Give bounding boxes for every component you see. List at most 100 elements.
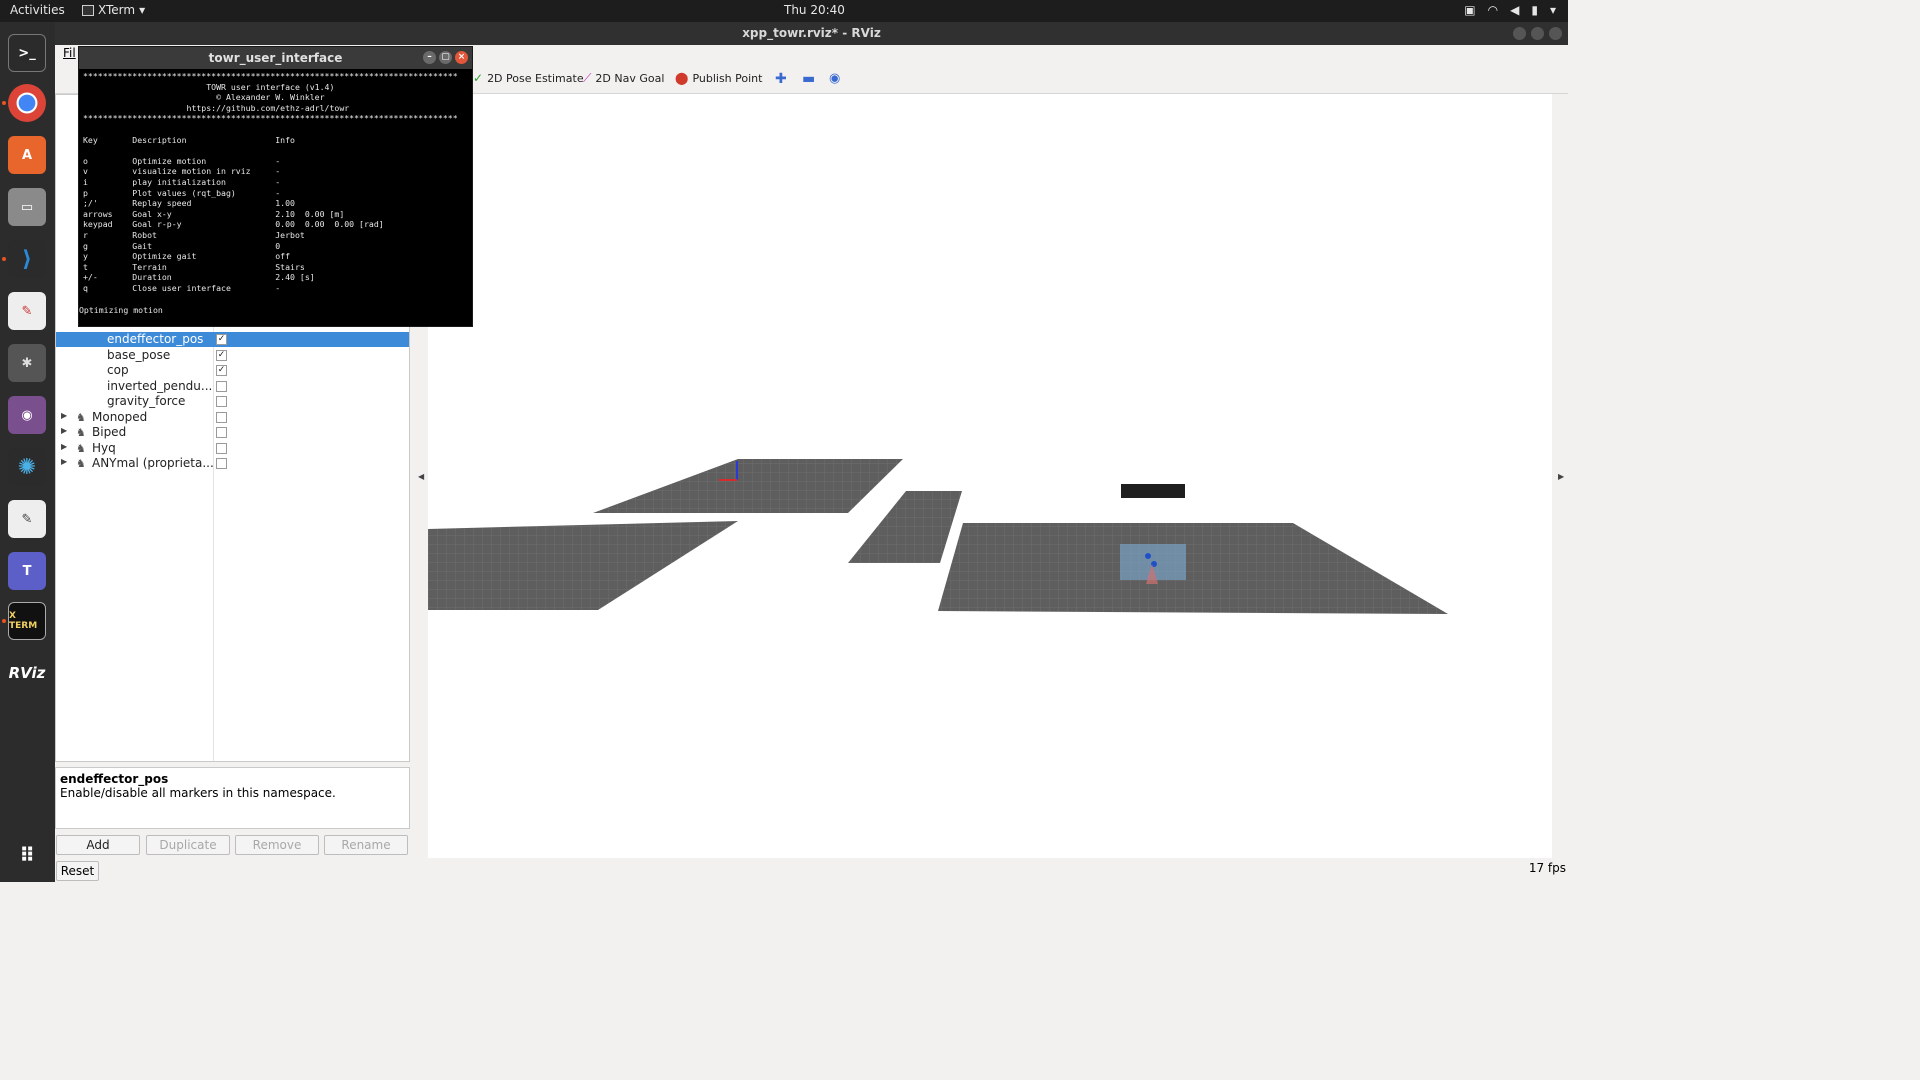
terrain-platform-left bbox=[428, 521, 738, 610]
tree-row-label: cop bbox=[107, 363, 129, 377]
enable-checkbox[interactable] bbox=[216, 458, 227, 469]
tree-row[interactable]: ▶ ♞ Hyq bbox=[56, 441, 409, 456]
xterm-icon[interactable]: X TERM bbox=[8, 602, 46, 640]
terminal-icon[interactable]: >_ bbox=[8, 34, 46, 72]
xterm-window[interactable]: towr_user_interface – ▢ × **************… bbox=[78, 46, 473, 327]
add-button[interactable]: Add bbox=[56, 835, 140, 855]
enable-checkbox[interactable]: ✓ bbox=[216, 349, 227, 361]
tree-row[interactable]: base_pose ✓ bbox=[56, 348, 409, 363]
add-tool-icon[interactable]: ✚ bbox=[775, 71, 787, 87]
tree-row-label: Hyq bbox=[92, 440, 116, 455]
expand-arrow-icon[interactable]: ▶ bbox=[61, 411, 67, 420]
dock: >_ A ▭ ⟩ ✎ ✱ ◉ ✺ ✎ T X TERM RViz ⠿ bbox=[0, 22, 55, 882]
rviz-icon[interactable]: RViz bbox=[8, 654, 46, 692]
robot-model-icon: ♞ bbox=[76, 457, 86, 470]
xterm-app-icon bbox=[82, 4, 94, 16]
close-icon[interactable]: × bbox=[455, 51, 468, 64]
software-center-icon[interactable]: A bbox=[8, 136, 46, 174]
terminal-output[interactable]: ****************************************… bbox=[83, 71, 458, 293]
enable-checkbox[interactable] bbox=[216, 442, 227, 454]
right-splitter[interactable]: ▶ bbox=[1552, 94, 1568, 858]
clock[interactable]: Thu 20:40 bbox=[784, 3, 845, 17]
enable-checkbox[interactable] bbox=[216, 396, 227, 407]
reset-button[interactable]: Reset bbox=[56, 861, 99, 881]
remove-tool-icon[interactable]: ▬ bbox=[802, 71, 815, 87]
window-title: xpp_towr.rviz* - RViz bbox=[742, 26, 881, 40]
expand-right-icon[interactable]: ▶ bbox=[1558, 472, 1564, 481]
status-bar: 17 fps bbox=[428, 858, 1568, 882]
tree-row[interactable]: inverted_pendu... bbox=[56, 379, 409, 394]
camera-view-icon[interactable]: ◉ bbox=[829, 71, 840, 86]
robot-model-icon: ♞ bbox=[76, 441, 86, 455]
description-title: endeffector_pos bbox=[60, 772, 169, 786]
activities-button[interactable]: Activities bbox=[10, 3, 65, 17]
3d-render-view[interactable] bbox=[428, 94, 1552, 858]
terminal-status-line: Optimizing motion bbox=[79, 305, 163, 315]
minimize-icon[interactable]: – bbox=[423, 51, 436, 64]
chevron-down-icon: ▾ bbox=[139, 3, 146, 17]
expand-arrow-icon[interactable]: ▶ bbox=[61, 426, 67, 435]
menu-file[interactable]: Fil bbox=[63, 46, 76, 60]
settings-gear-icon[interactable]: ✺ bbox=[8, 448, 46, 486]
tool-2d-nav-goal[interactable]: ⟋ 2D Nav Goal bbox=[583, 71, 664, 86]
terrain-platform-right bbox=[938, 523, 1448, 614]
tree-row[interactable]: ▶ ♞ Monoped bbox=[56, 410, 409, 425]
wifi-icon[interactable]: ◠ bbox=[1488, 3, 1498, 17]
enable-checkbox[interactable] bbox=[216, 411, 227, 423]
window-controls bbox=[1513, 27, 1562, 40]
system-tray[interactable]: ▣ ◠ ◀ ▮ ▾ bbox=[1464, 3, 1556, 17]
tree-row[interactable]: gravity_force bbox=[56, 394, 409, 409]
app-menu-label: XTerm bbox=[98, 3, 136, 17]
maximize-icon[interactable] bbox=[1531, 27, 1544, 40]
floating-block bbox=[1121, 484, 1185, 498]
battery-icon[interactable]: ▮ bbox=[1531, 3, 1538, 17]
chrome-icon[interactable] bbox=[8, 84, 46, 122]
expand-arrow-icon[interactable]: ▶ bbox=[61, 442, 67, 451]
enable-checkbox[interactable]: ✓ bbox=[216, 365, 227, 376]
description-panel: endeffector_pos Enable/disable all marke… bbox=[55, 767, 410, 829]
tree-row[interactable]: cop ✓ bbox=[56, 363, 409, 378]
terrain-platform-far bbox=[593, 459, 903, 513]
chevron-down-icon[interactable]: ▾ bbox=[1550, 3, 1556, 17]
collapse-left-icon[interactable]: ◀ bbox=[418, 472, 424, 481]
minimize-icon[interactable] bbox=[1513, 27, 1526, 40]
tree-row-label: inverted_pendu... bbox=[107, 378, 213, 393]
vscode-icon[interactable]: ⟩ bbox=[8, 240, 46, 278]
expand-arrow-icon[interactable]: ▶ bbox=[61, 457, 67, 466]
media-icon[interactable]: ◉ bbox=[8, 396, 46, 434]
xterm-window-controls: – ▢ × bbox=[423, 51, 468, 64]
document-viewer-icon[interactable]: ✎ bbox=[8, 292, 46, 330]
tool-publish-point[interactable]: ⬤ Publish Point bbox=[675, 71, 762, 85]
enable-checkbox[interactable] bbox=[216, 427, 227, 438]
rviz-window-title[interactable]: xpp_towr.rviz* - RViz bbox=[55, 22, 1568, 45]
file-manager-icon[interactable]: ▭ bbox=[8, 188, 46, 226]
enable-checkbox[interactable]: ✓ bbox=[216, 334, 227, 345]
system-tools-icon[interactable]: ✱ bbox=[8, 344, 46, 382]
pose-arrow-icon: ✓ bbox=[473, 71, 484, 85]
maximize-icon[interactable]: ▢ bbox=[439, 51, 452, 64]
robot-model-icon: ♞ bbox=[76, 426, 86, 439]
xterm-title: towr_user_interface bbox=[208, 51, 343, 65]
app-menu[interactable]: XTerm ▾ bbox=[82, 3, 145, 17]
tree-row[interactable]: ▶ ♞ Biped bbox=[56, 425, 409, 440]
terrain-scene bbox=[428, 459, 1448, 614]
close-icon[interactable] bbox=[1549, 27, 1562, 40]
enable-checkbox[interactable] bbox=[216, 380, 227, 392]
duplicate-button[interactable]: Duplicate bbox=[146, 835, 230, 855]
tool-2d-pose-estimate[interactable]: ✓ 2D Pose Estimate bbox=[473, 71, 584, 85]
camera-icon[interactable]: ▣ bbox=[1464, 3, 1475, 17]
tree-row[interactable]: ▶ ♞ ANYmal (proprieta... bbox=[56, 456, 409, 471]
rename-button[interactable]: Rename bbox=[324, 835, 408, 855]
description-text: Enable/disable all markers in this names… bbox=[60, 786, 336, 800]
map-pin-icon: ⬤ bbox=[675, 71, 689, 85]
xterm-title-bar[interactable]: towr_user_interface – ▢ × bbox=[79, 47, 472, 69]
tree-row-label: Monoped bbox=[92, 409, 148, 424]
endeffector-marker bbox=[1145, 553, 1151, 559]
tool-label: 2D Pose Estimate bbox=[487, 71, 584, 85]
volume-icon[interactable]: ◀ bbox=[1510, 3, 1519, 17]
teams-icon[interactable]: T bbox=[8, 552, 46, 590]
app-grid-icon[interactable]: ⠿ bbox=[8, 836, 46, 874]
tree-row[interactable]: endeffector_pos ✓ bbox=[56, 332, 409, 347]
remove-button[interactable]: Remove bbox=[235, 835, 319, 855]
text-editor-icon[interactable]: ✎ bbox=[8, 500, 46, 538]
